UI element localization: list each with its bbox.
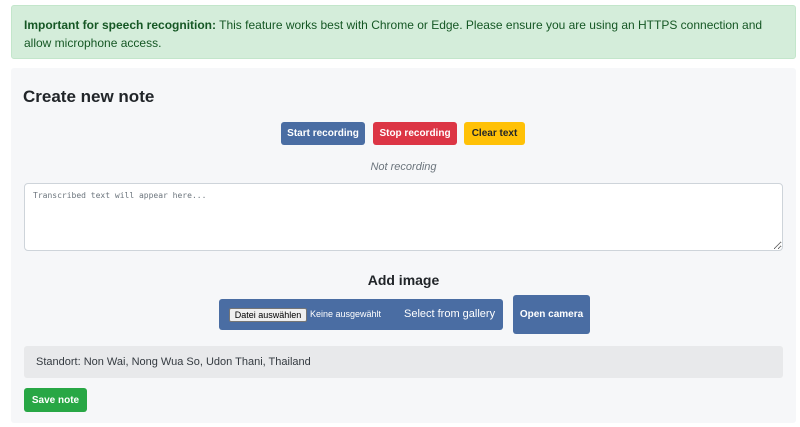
transcript-textarea[interactable] <box>24 183 783 251</box>
open-camera-button[interactable]: Open camera <box>513 295 590 334</box>
speech-recognition-alert: Important for speech recognition: This f… <box>11 5 796 59</box>
select-from-gallery-button[interactable]: Datei auswählen Keine ausgewählt Select … <box>219 299 503 330</box>
recording-status: Not recording <box>370 161 437 173</box>
file-status: Keine ausgewählt <box>310 309 382 319</box>
alert-heading: Important for speech recognition: <box>24 18 217 32</box>
clear-text-button[interactable]: Clear text <box>464 122 525 145</box>
create-note-card: Create new note Start recording Stop rec… <box>11 68 796 423</box>
start-recording-button[interactable]: Start recording <box>281 122 365 145</box>
add-image-heading: Add image <box>367 272 440 288</box>
page-title: Create new note <box>23 87 155 106</box>
location-display: Standort: Non Wai, Nong Wua So, Udon Tha… <box>24 346 783 378</box>
gallery-label: Select from gallery <box>404 308 496 320</box>
choose-file-button[interactable]: Datei auswählen <box>229 308 307 322</box>
save-note-button[interactable]: Save note <box>24 388 87 412</box>
stop-recording-button[interactable]: Stop recording <box>373 122 457 145</box>
